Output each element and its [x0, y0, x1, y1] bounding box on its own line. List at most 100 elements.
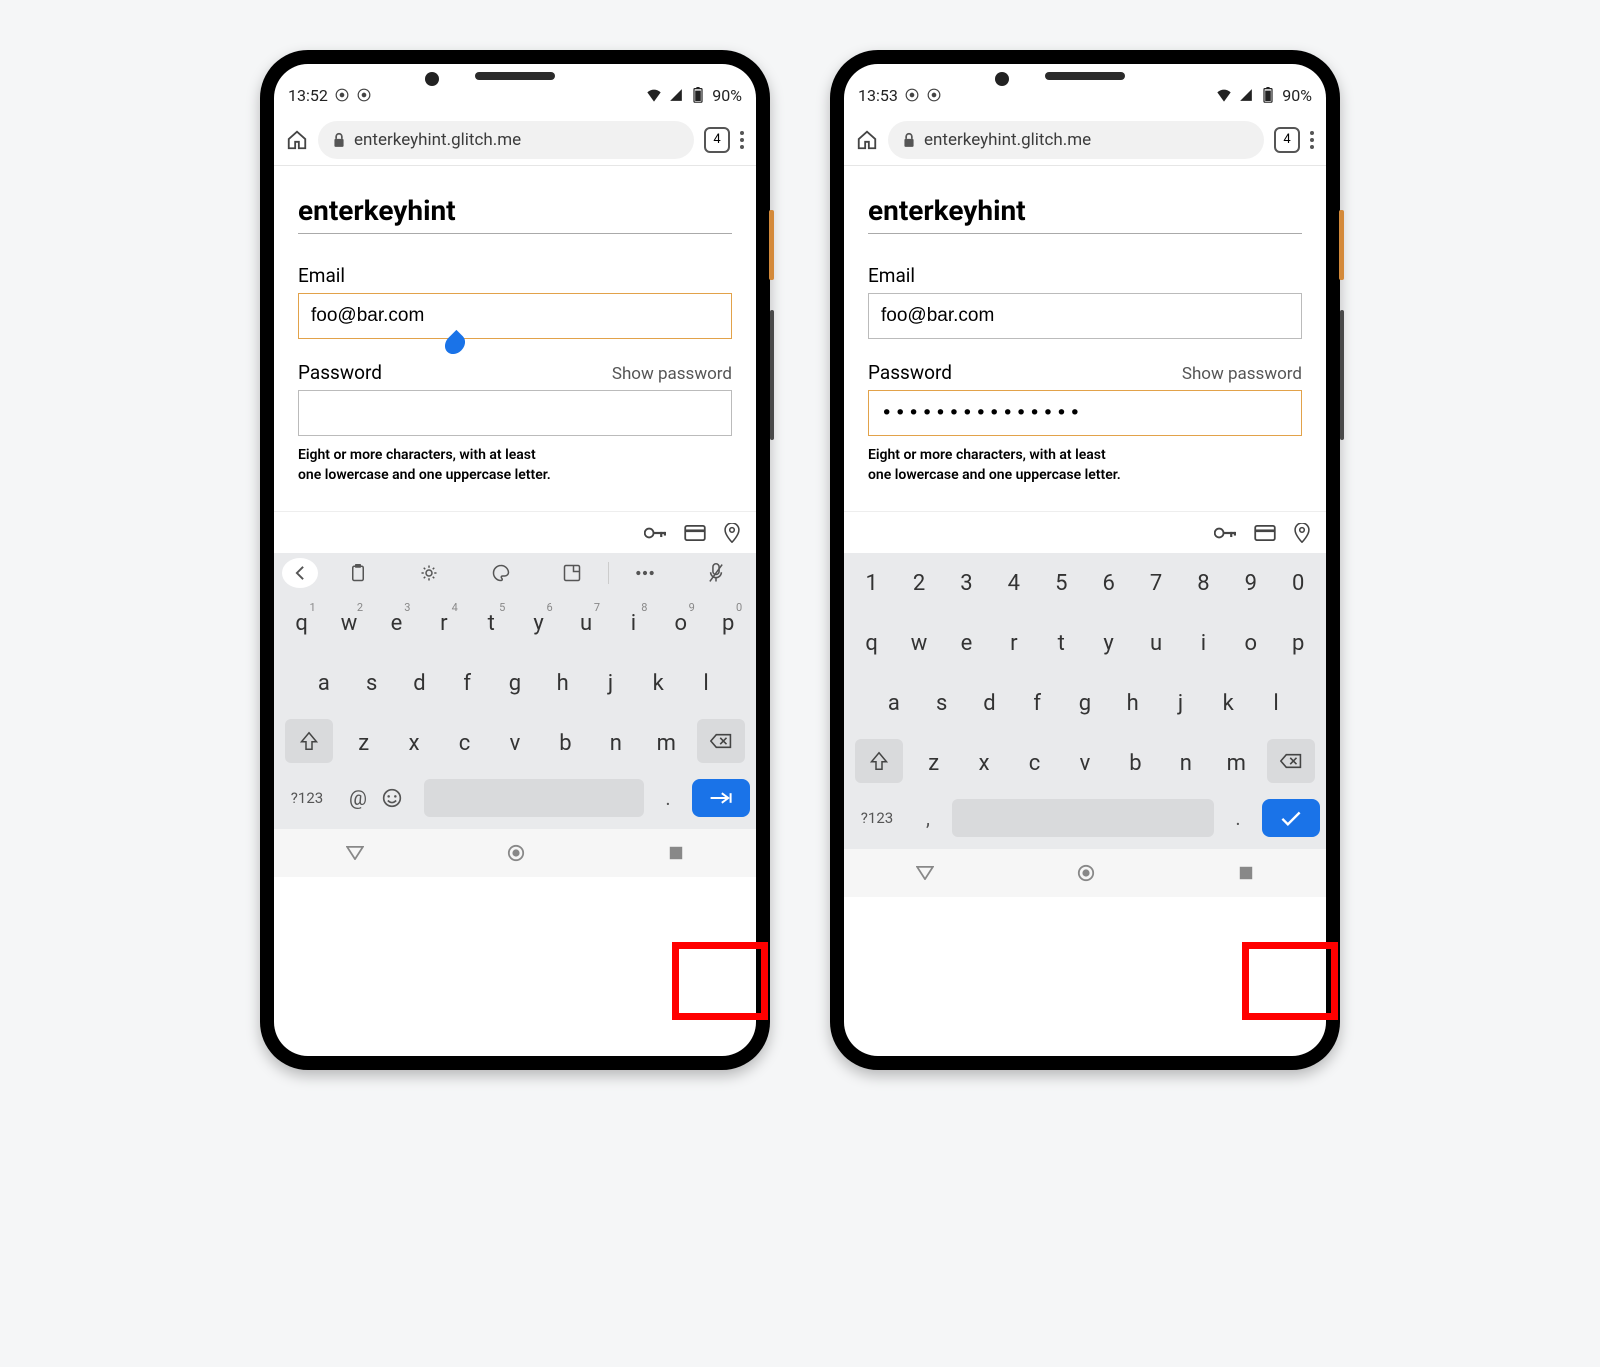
nav-home-icon[interactable]: [507, 844, 525, 862]
key-b[interactable]: b: [1115, 739, 1155, 787]
key-x[interactable]: x: [964, 739, 1004, 787]
at-key[interactable]: @: [340, 786, 376, 810]
email-field[interactable]: [298, 293, 732, 339]
key-h[interactable]: h: [1113, 679, 1153, 727]
key-s[interactable]: s: [922, 679, 962, 727]
key-z[interactable]: z: [344, 719, 384, 767]
key-s[interactable]: s: [352, 659, 392, 707]
period-key[interactable]: .: [1220, 806, 1256, 830]
comma-key[interactable]: ,: [910, 806, 946, 830]
key-g[interactable]: g: [1065, 679, 1105, 727]
url-bar[interactable]: enterkeyhint.glitch.me: [888, 121, 1264, 159]
url-bar[interactable]: enterkeyhint.glitch.me: [318, 121, 694, 159]
key-u[interactable]: u: [1136, 619, 1176, 667]
shift-key[interactable]: [285, 719, 333, 763]
password-field[interactable]: [868, 390, 1302, 436]
key-e[interactable]: e: [946, 619, 986, 667]
key-f[interactable]: f: [1017, 679, 1057, 727]
period-key[interactable]: .: [650, 786, 686, 810]
nav-recent-icon[interactable]: [668, 845, 684, 861]
key-n[interactable]: n: [1166, 739, 1206, 787]
key-p[interactable]: 0p: [708, 599, 748, 647]
key-t[interactable]: t: [1041, 619, 1081, 667]
key-e[interactable]: 3e: [376, 599, 416, 647]
key-u[interactable]: 7u: [566, 599, 606, 647]
password-field[interactable]: [298, 390, 732, 436]
card-icon[interactable]: [684, 525, 706, 541]
sticker-icon[interactable]: [537, 564, 609, 582]
email-field[interactable]: [868, 293, 1302, 339]
key-6[interactable]: 6: [1089, 559, 1129, 607]
key-n[interactable]: n: [596, 719, 636, 767]
nav-back-icon[interactable]: [916, 866, 934, 880]
card-icon[interactable]: [1254, 525, 1276, 541]
key-x[interactable]: x: [394, 719, 434, 767]
key-k[interactable]: k: [1208, 679, 1248, 727]
key-icon[interactable]: [644, 526, 666, 540]
tab-switcher[interactable]: 4: [1274, 127, 1300, 153]
enter-key-done[interactable]: [1262, 799, 1320, 837]
show-password-toggle[interactable]: Show password: [612, 364, 732, 384]
key-l[interactable]: l: [686, 659, 726, 707]
nav-back-icon[interactable]: [346, 846, 364, 860]
key-m[interactable]: m: [1216, 739, 1256, 787]
key-o[interactable]: 9o: [661, 599, 701, 647]
space-key[interactable]: [952, 799, 1214, 837]
key-1[interactable]: 1: [852, 559, 892, 607]
key-k[interactable]: k: [638, 659, 678, 707]
menu-icon[interactable]: [1310, 131, 1314, 149]
text-cursor-handle[interactable]: [298, 293, 732, 339]
key-4[interactable]: 4: [994, 559, 1034, 607]
key-5[interactable]: 5: [1041, 559, 1081, 607]
key-g[interactable]: g: [495, 659, 535, 707]
location-icon[interactable]: [724, 523, 740, 543]
key-m[interactable]: m: [646, 719, 686, 767]
key-j[interactable]: j: [1160, 679, 1200, 727]
enter-key-next[interactable]: [692, 779, 750, 817]
key-l[interactable]: l: [1256, 679, 1296, 727]
key-q[interactable]: q: [852, 619, 892, 667]
key-v[interactable]: v: [495, 719, 535, 767]
key-h[interactable]: h: [543, 659, 583, 707]
backspace-key[interactable]: [1267, 739, 1315, 783]
key-b[interactable]: b: [545, 719, 585, 767]
key-a[interactable]: a: [874, 679, 914, 727]
key-v[interactable]: v: [1065, 739, 1105, 787]
key-w[interactable]: w: [899, 619, 939, 667]
gear-icon[interactable]: [394, 564, 466, 582]
key-t[interactable]: 5t: [471, 599, 511, 647]
clipboard-icon[interactable]: [322, 564, 394, 582]
key-9[interactable]: 9: [1231, 559, 1271, 607]
key-7[interactable]: 7: [1136, 559, 1176, 607]
key-c[interactable]: c: [445, 719, 485, 767]
key-d[interactable]: d: [399, 659, 439, 707]
tab-switcher[interactable]: 4: [704, 127, 730, 153]
more-icon[interactable]: [609, 570, 681, 576]
backspace-key[interactable]: [697, 719, 745, 763]
key-i[interactable]: 8i: [613, 599, 653, 647]
key-r[interactable]: 4r: [424, 599, 464, 647]
key-r[interactable]: r: [994, 619, 1034, 667]
menu-icon[interactable]: [740, 131, 744, 149]
home-icon[interactable]: [856, 129, 878, 151]
show-password-toggle[interactable]: Show password: [1182, 364, 1302, 384]
key-c[interactable]: c: [1015, 739, 1055, 787]
symbols-key[interactable]: ?123: [850, 809, 904, 827]
shift-key[interactable]: [855, 739, 903, 783]
emoji-key[interactable]: [382, 788, 418, 808]
key-q[interactable]: 1q: [282, 599, 322, 647]
key-3[interactable]: 3: [946, 559, 986, 607]
key-w[interactable]: 2w: [329, 599, 369, 647]
key-0[interactable]: 0: [1278, 559, 1318, 607]
nav-home-icon[interactable]: [1077, 864, 1095, 882]
key-z[interactable]: z: [914, 739, 954, 787]
key-o[interactable]: o: [1231, 619, 1271, 667]
key-i[interactable]: i: [1183, 619, 1223, 667]
key-f[interactable]: f: [447, 659, 487, 707]
key-icon[interactable]: [1214, 526, 1236, 540]
key-a[interactable]: a: [304, 659, 344, 707]
key-y[interactable]: y: [1089, 619, 1129, 667]
key-j[interactable]: j: [590, 659, 630, 707]
symbols-key[interactable]: ?123: [280, 789, 334, 807]
key-8[interactable]: 8: [1183, 559, 1223, 607]
